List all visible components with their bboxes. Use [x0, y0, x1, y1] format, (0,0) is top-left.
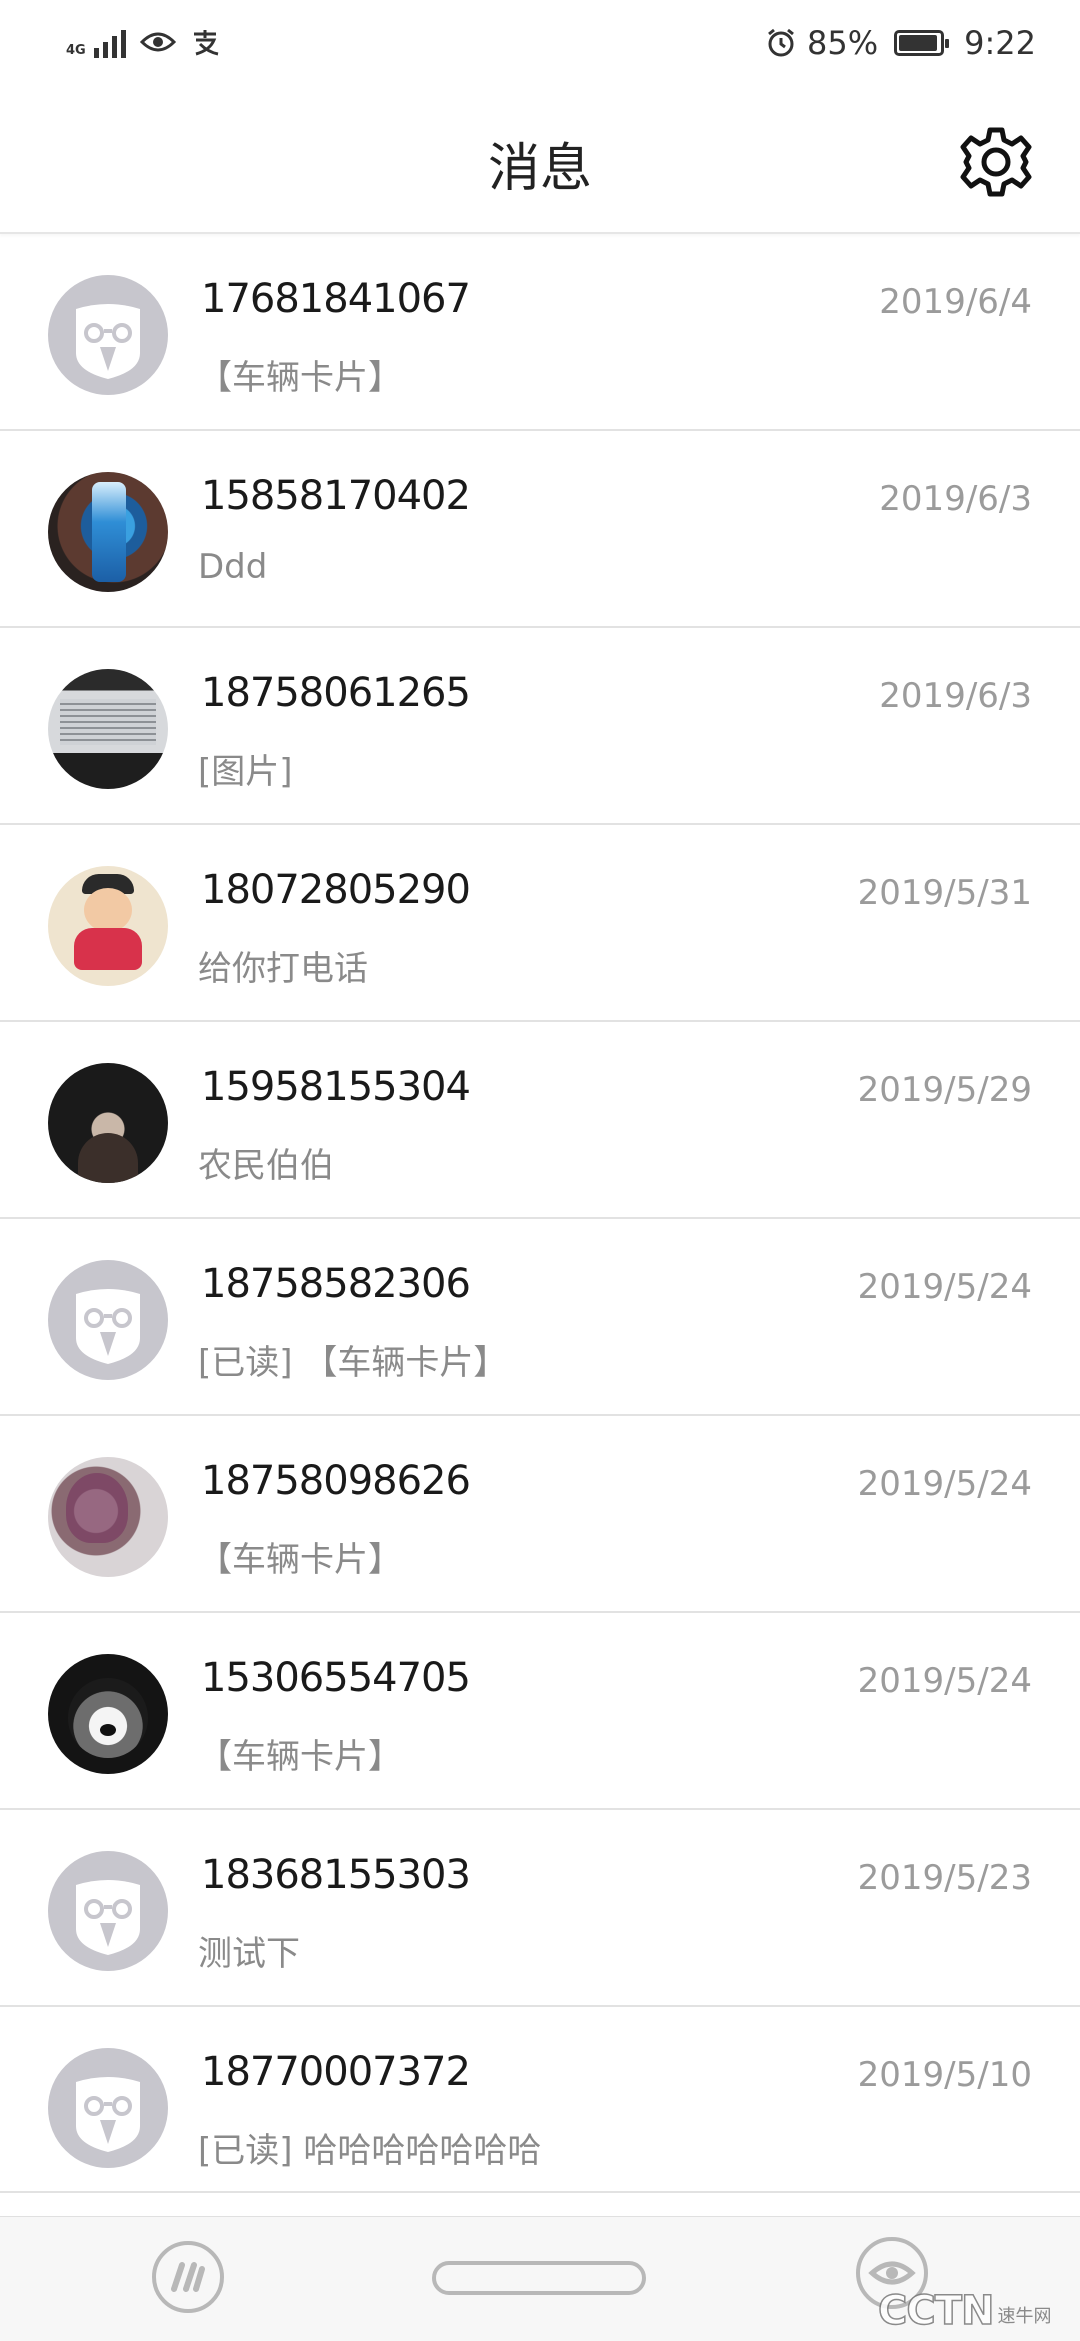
battery-percent: 85%	[807, 24, 879, 62]
list-item[interactable]: 18758098626 【车辆卡片】 2019/5/24	[0, 1416, 1080, 1613]
contact-phone: 18072805290	[201, 867, 471, 913]
message-preview: 农民伯伯	[198, 1146, 334, 1186]
message-preview: Ddd	[198, 547, 268, 587]
page-title: 消息	[487, 139, 592, 199]
status-right: 85% 9:22	[765, 24, 1036, 62]
default-avatar-icon	[76, 2077, 140, 2152]
nav-left-button[interactable]	[152, 2241, 224, 2313]
contact-phone: 17681841067	[201, 276, 471, 322]
avatar	[48, 1654, 168, 1774]
contact-phone: 18758061265	[201, 670, 471, 716]
default-avatar-icon	[76, 304, 140, 379]
list-item[interactable]: 15958155304 农民伯伯 2019/5/29	[0, 1022, 1080, 1219]
avatar	[48, 472, 168, 592]
list-item[interactable]: 18368155303 测试下 2019/5/23	[0, 1810, 1080, 2007]
avatar	[48, 669, 168, 789]
settings-button[interactable]	[956, 122, 1036, 202]
list-item[interactable]: 18758582306 [已读] 【车辆卡片】 2019/5/24	[0, 1219, 1080, 1416]
avatar	[48, 1851, 168, 1971]
gear-icon	[960, 127, 1032, 197]
app-header: 消息	[0, 96, 1080, 234]
message-preview: [已读] 哈哈哈哈哈哈哈	[198, 2131, 542, 2171]
home-pill-button[interactable]	[432, 2261, 646, 2295]
message-preview: 测试下	[198, 1934, 300, 1974]
avatar	[48, 1260, 168, 1380]
message-date: 2019/6/4	[879, 282, 1032, 322]
message-preview: [已读] 【车辆卡片】	[198, 1343, 508, 1383]
list-item[interactable]: 18770007372 [已读] 哈哈哈哈哈哈哈 2019/5/10	[0, 2007, 1080, 2193]
alipay-icon	[193, 30, 219, 56]
list-item[interactable]: 18758061265 [图片] 2019/6/3	[0, 628, 1080, 825]
avatar	[48, 1063, 168, 1183]
contact-phone: 18368155303	[201, 1852, 471, 1898]
message-date: 2019/5/31	[857, 873, 1032, 913]
list-item[interactable]: 18072805290 给你打电话 2019/5/31	[0, 825, 1080, 1022]
battery-icon	[894, 30, 950, 56]
message-preview: 给你打电话	[198, 949, 368, 989]
message-preview: [图片]	[198, 752, 293, 792]
list-item[interactable]: 15858170402 Ddd 2019/6/3	[0, 431, 1080, 628]
avatar	[48, 275, 168, 395]
network-type: 4G	[66, 43, 86, 58]
message-preview: 【车辆卡片】	[198, 358, 402, 398]
message-list: 17681841067 【车辆卡片】 2019/6/4 15858170402 …	[0, 234, 1080, 2193]
list-item[interactable]: 17681841067 【车辆卡片】 2019/6/4	[0, 234, 1080, 431]
drink-bottle-photo	[92, 482, 126, 582]
app-logo-icon	[171, 2262, 205, 2292]
watermark-small: 速牛网	[997, 2306, 1052, 2327]
watermark: CCTN 速牛网	[877, 2287, 1052, 2335]
eye-icon	[139, 32, 176, 52]
avatar	[48, 1457, 168, 1577]
message-date: 2019/5/24	[857, 1267, 1032, 1307]
default-avatar-icon	[76, 1289, 140, 1364]
message-date: 2019/5/29	[857, 1070, 1032, 1110]
status-left: 4G	[66, 26, 220, 58]
message-preview: 【车辆卡片】	[198, 1540, 402, 1580]
avatar	[48, 2048, 168, 2168]
avatar	[48, 866, 168, 986]
clock: 9:22	[964, 24, 1036, 62]
contact-phone: 18758098626	[201, 1458, 471, 1504]
message-date: 2019/5/23	[857, 1858, 1032, 1898]
contact-phone: 18758582306	[201, 1261, 471, 1307]
woman-portrait-photo	[66, 1473, 128, 1543]
alarm-icon	[768, 28, 794, 57]
monitor-screen-photo	[60, 699, 156, 745]
message-date: 2019/5/24	[857, 1464, 1032, 1504]
message-date: 2019/5/10	[857, 2055, 1032, 2095]
dark-hair-person-photo	[78, 1133, 138, 1183]
message-date: 2019/5/24	[857, 1661, 1032, 1701]
message-preview: 【车辆卡片】	[198, 1737, 402, 1777]
message-date: 2019/6/3	[879, 676, 1032, 716]
list-item[interactable]: 15306554705 【车辆卡片】 2019/5/24	[0, 1613, 1080, 1810]
signal-icon: 4G	[66, 26, 126, 58]
default-avatar-icon	[76, 1880, 140, 1955]
contact-phone: 15958155304	[201, 1064, 471, 1110]
status-bar: 4G 85% 9:22	[0, 0, 1080, 96]
contact-phone: 15858170402	[201, 473, 471, 519]
contact-phone: 18770007372	[201, 2049, 471, 2095]
contact-phone: 15306554705	[201, 1655, 471, 1701]
watermark-text: CCTN	[877, 2287, 995, 2335]
message-date: 2019/6/3	[879, 479, 1032, 519]
